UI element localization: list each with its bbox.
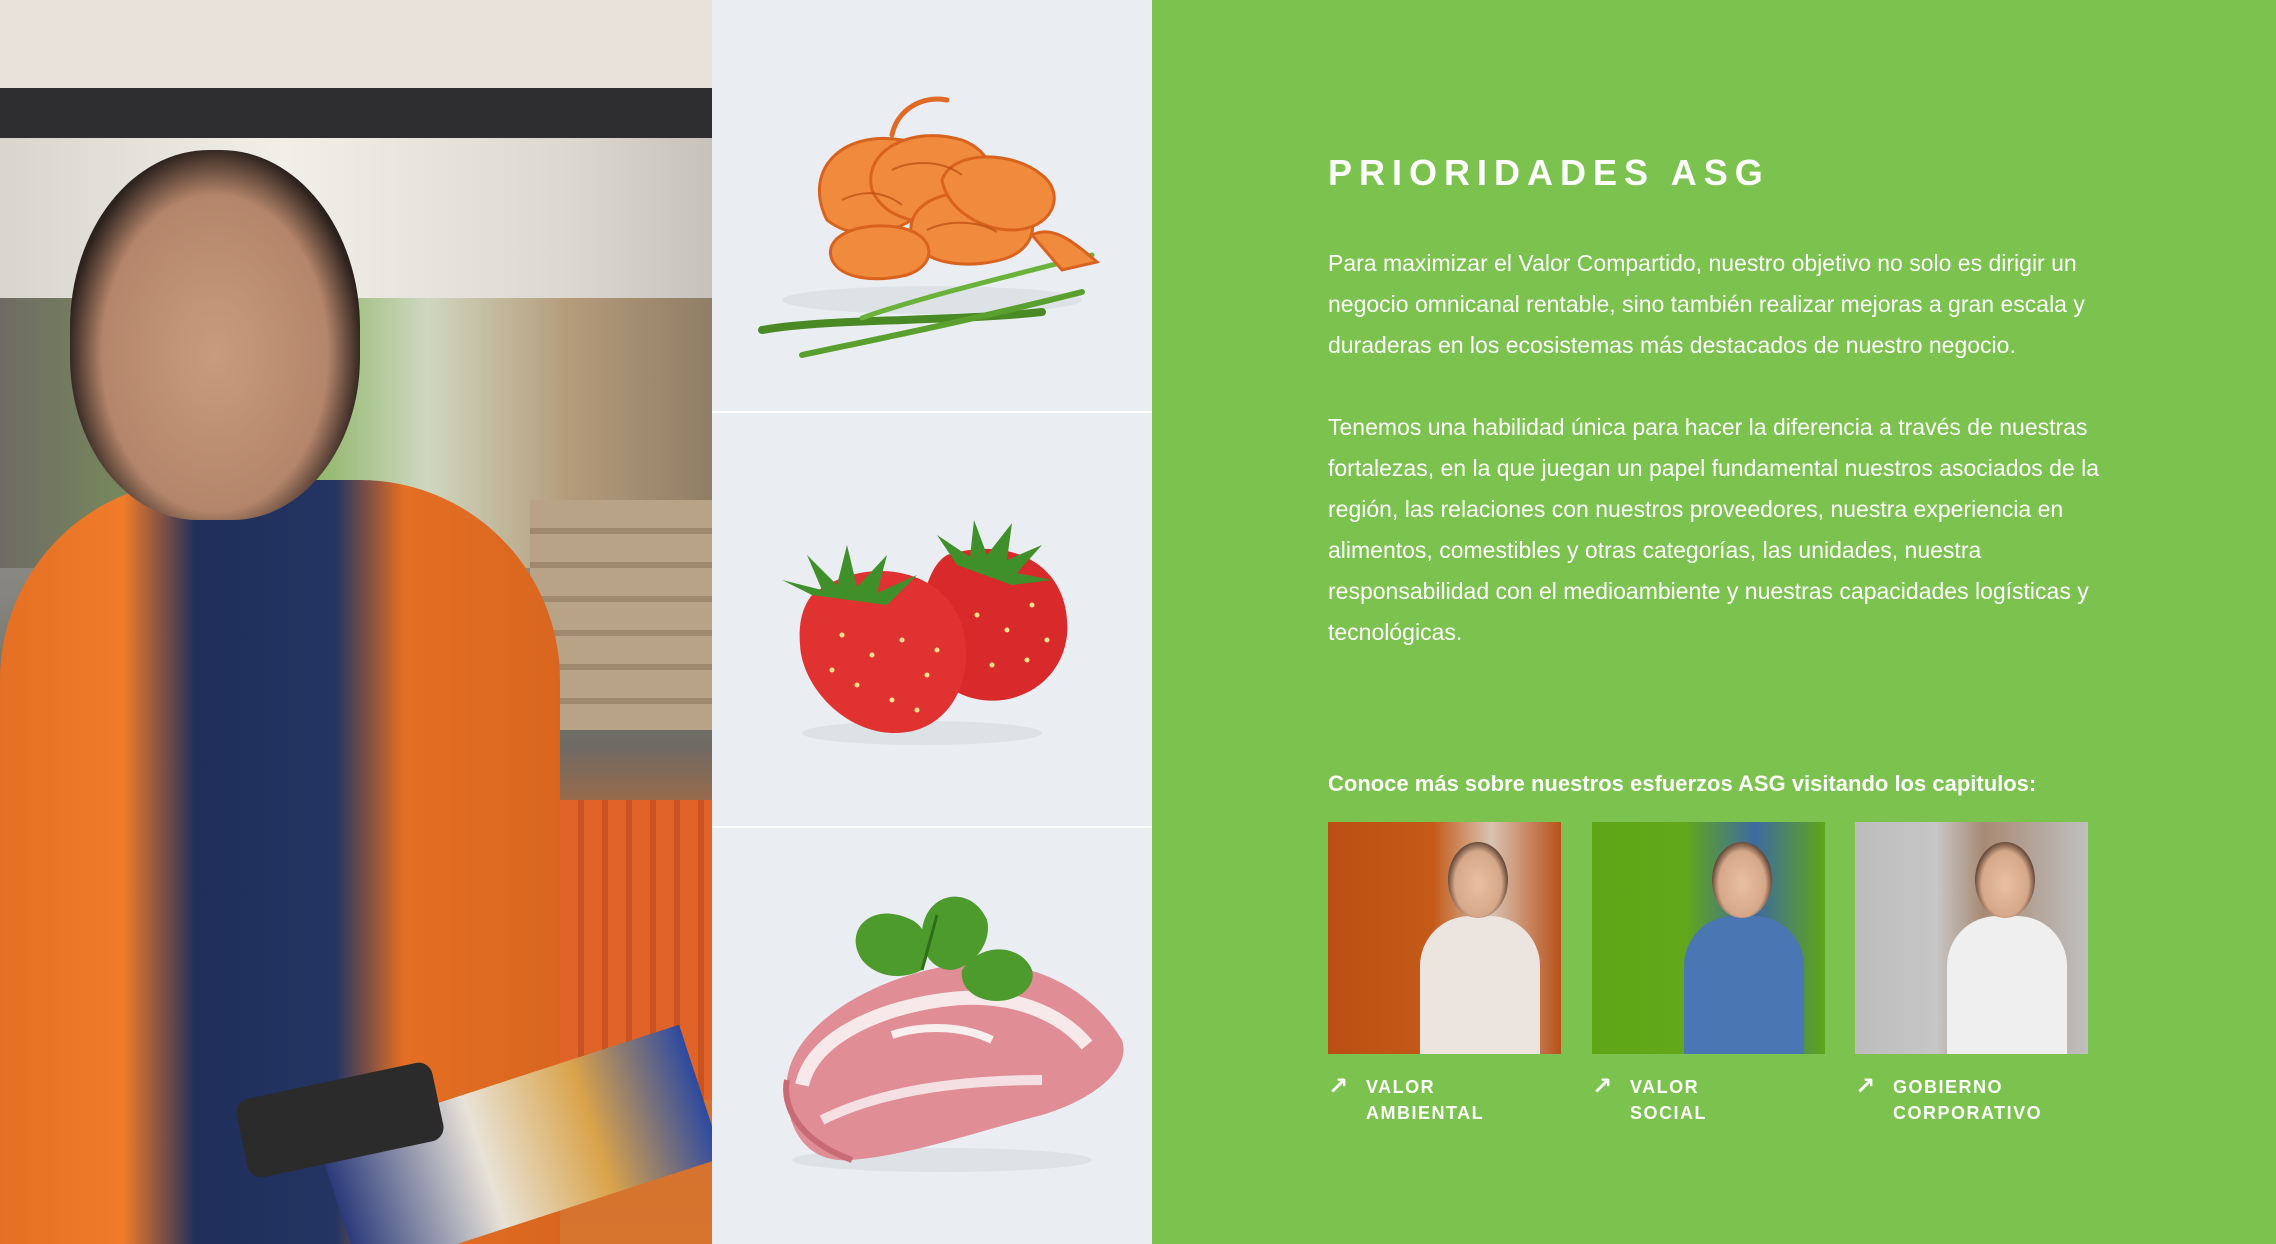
chapter-label-line2: SOCIAL <box>1630 1103 1708 1123</box>
chapter-label-line2: AMBIENTAL <box>1366 1103 1485 1123</box>
chapter-card-governance[interactable]: ↗ GOBIERNO CORPORATIVO <box>1855 822 2088 1126</box>
chapter-card-environmental[interactable]: ↗ VALOR AMBIENTAL <box>1328 822 1561 1126</box>
chapter-label-line1: VALOR <box>1366 1077 1436 1097</box>
food-column <box>712 0 1152 1244</box>
strawberries-illustration <box>782 520 1068 745</box>
strawberries-image <box>712 415 1152 828</box>
shrimp-image <box>712 0 1152 413</box>
chapters-cta-label: Conoce más sobre nuestros esfuerzos ASG … <box>1328 771 2037 796</box>
pork-chop-illustration <box>783 896 1124 1172</box>
shrimp-illustration <box>758 96 1101 358</box>
arrow-up-right-icon: ↗ <box>1328 1072 1349 1100</box>
governance-photo[interactable] <box>1855 822 2088 1054</box>
chapter-link-environmental[interactable]: ↗ VALOR AMBIENTAL <box>1328 1074 1561 1126</box>
chapter-label-line2: CORPORATIVO <box>1893 1103 2043 1123</box>
strengths-paragraph: Tenemos una habilidad única para hacer l… <box>1328 414 2100 645</box>
chapter-link-governance[interactable]: ↗ GOBIERNO CORPORATIVO <box>1855 1074 2088 1126</box>
chapter-card-social[interactable]: ↗ VALOR SOCIAL <box>1592 822 1825 1126</box>
chapter-cards: ↗ VALOR AMBIENTAL ↗ VALOR SOCIAL ↗ GOBIE… <box>1328 822 2128 1123</box>
arrow-up-right-icon: ↗ <box>1592 1072 1613 1100</box>
social-photo[interactable] <box>1592 822 1825 1054</box>
environmental-photo[interactable] <box>1328 822 1561 1054</box>
pork-chop-image <box>712 830 1152 1244</box>
associate-photo <box>0 0 712 1244</box>
chapter-link-social[interactable]: ↗ VALOR SOCIAL <box>1592 1074 1825 1126</box>
chapter-label-line1: GOBIERNO <box>1893 1077 2004 1097</box>
page-title: PRIORIDADES ASG <box>1328 152 1770 193</box>
esg-priorities-page: PRIORIDADES ASG Para maximizar el Valor … <box>0 0 2276 1244</box>
arrow-up-right-icon: ↗ <box>1855 1072 1876 1100</box>
esg-info-panel: PRIORIDADES ASG Para maximizar el Valor … <box>1152 0 2276 1244</box>
chapter-label-line1: VALOR <box>1630 1077 1700 1097</box>
intro-paragraph: Para maximizar el Valor Compartido, nues… <box>1328 250 2085 358</box>
